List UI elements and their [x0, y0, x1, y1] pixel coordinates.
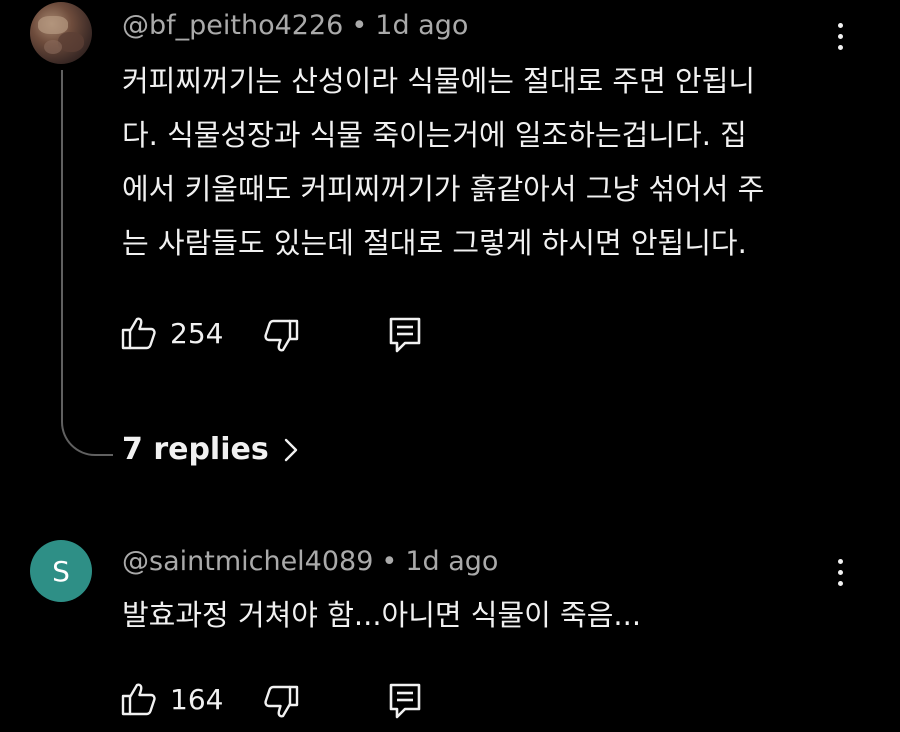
timestamp: 1d ago — [405, 546, 499, 577]
avatar-letter: S — [52, 554, 70, 588]
like-count: 164 — [170, 682, 224, 716]
dislike-button[interactable] — [262, 318, 300, 356]
thumbs-down-icon — [264, 685, 299, 718]
comment-meta: @saintmichel4089 • 1d ago — [122, 546, 498, 577]
like-count: 254 — [170, 316, 224, 350]
view-replies-button[interactable]: 7 replies — [122, 432, 299, 467]
comment-text-line: 에서 키울때도 커피찌꺼기가 흙같아서 그냥 섞어서 주 — [122, 172, 765, 206]
timestamp: 1d ago — [375, 10, 469, 41]
comment-meta: @bf_peitho4226 • 1d ago — [122, 10, 468, 41]
dislike-button[interactable] — [262, 684, 300, 722]
more-vert-icon[interactable] — [830, 14, 850, 58]
reply-button[interactable] — [388, 316, 422, 354]
comment-text-line: 다. 식물성장과 식물 죽이는거에 일조하는겁니다. 집 — [122, 118, 747, 152]
meta-separator: • — [351, 10, 368, 41]
avatar[interactable]: S — [30, 540, 92, 602]
thread-connector-line — [61, 70, 113, 456]
comment-text: 발효과정 거쳐야 함...아니면 식물이 죽음... — [122, 588, 641, 642]
comment-text: 커피찌꺼기는 산성이라 식물에는 절대로 주면 안됩니 다. 식물성장과 식물 … — [122, 54, 764, 270]
thumbs-up-icon — [121, 683, 156, 716]
comment-2: S @saintmichel4089 • 1d ago 발효과정 거쳐야 함...아… — [0, 530, 900, 732]
comment-text-line: 는 사람들도 있는데 절대로 그렇게 하시면 안됩니다. — [122, 226, 747, 260]
replies-label: 7 replies — [122, 432, 269, 467]
reply-comment-icon — [389, 683, 421, 719]
comment-1: @bf_peitho4226 • 1d ago 커피찌꺼기는 산성이라 식물에는 절… — [0, 0, 900, 480]
avatar[interactable] — [30, 2, 92, 64]
comment-text-line: 커피찌꺼기는 산성이라 식물에는 절대로 주면 안됩니 — [122, 64, 756, 98]
meta-separator: • — [381, 546, 398, 577]
reply-comment-icon — [389, 317, 421, 353]
reply-button[interactable] — [388, 682, 422, 720]
author-name[interactable]: @saintmichel4089 — [122, 546, 373, 577]
like-button[interactable]: 164 — [120, 680, 223, 718]
more-vert-icon[interactable] — [830, 550, 850, 594]
author-name[interactable]: @bf_peitho4226 — [122, 10, 343, 41]
like-button[interactable]: 254 — [120, 314, 223, 352]
chevron-right-icon — [284, 438, 297, 461]
thumbs-down-icon — [264, 319, 299, 352]
thumbs-up-icon — [121, 317, 156, 350]
comment-text-line: 발효과정 거쳐야 함...아니면 식물이 죽음... — [122, 598, 642, 632]
